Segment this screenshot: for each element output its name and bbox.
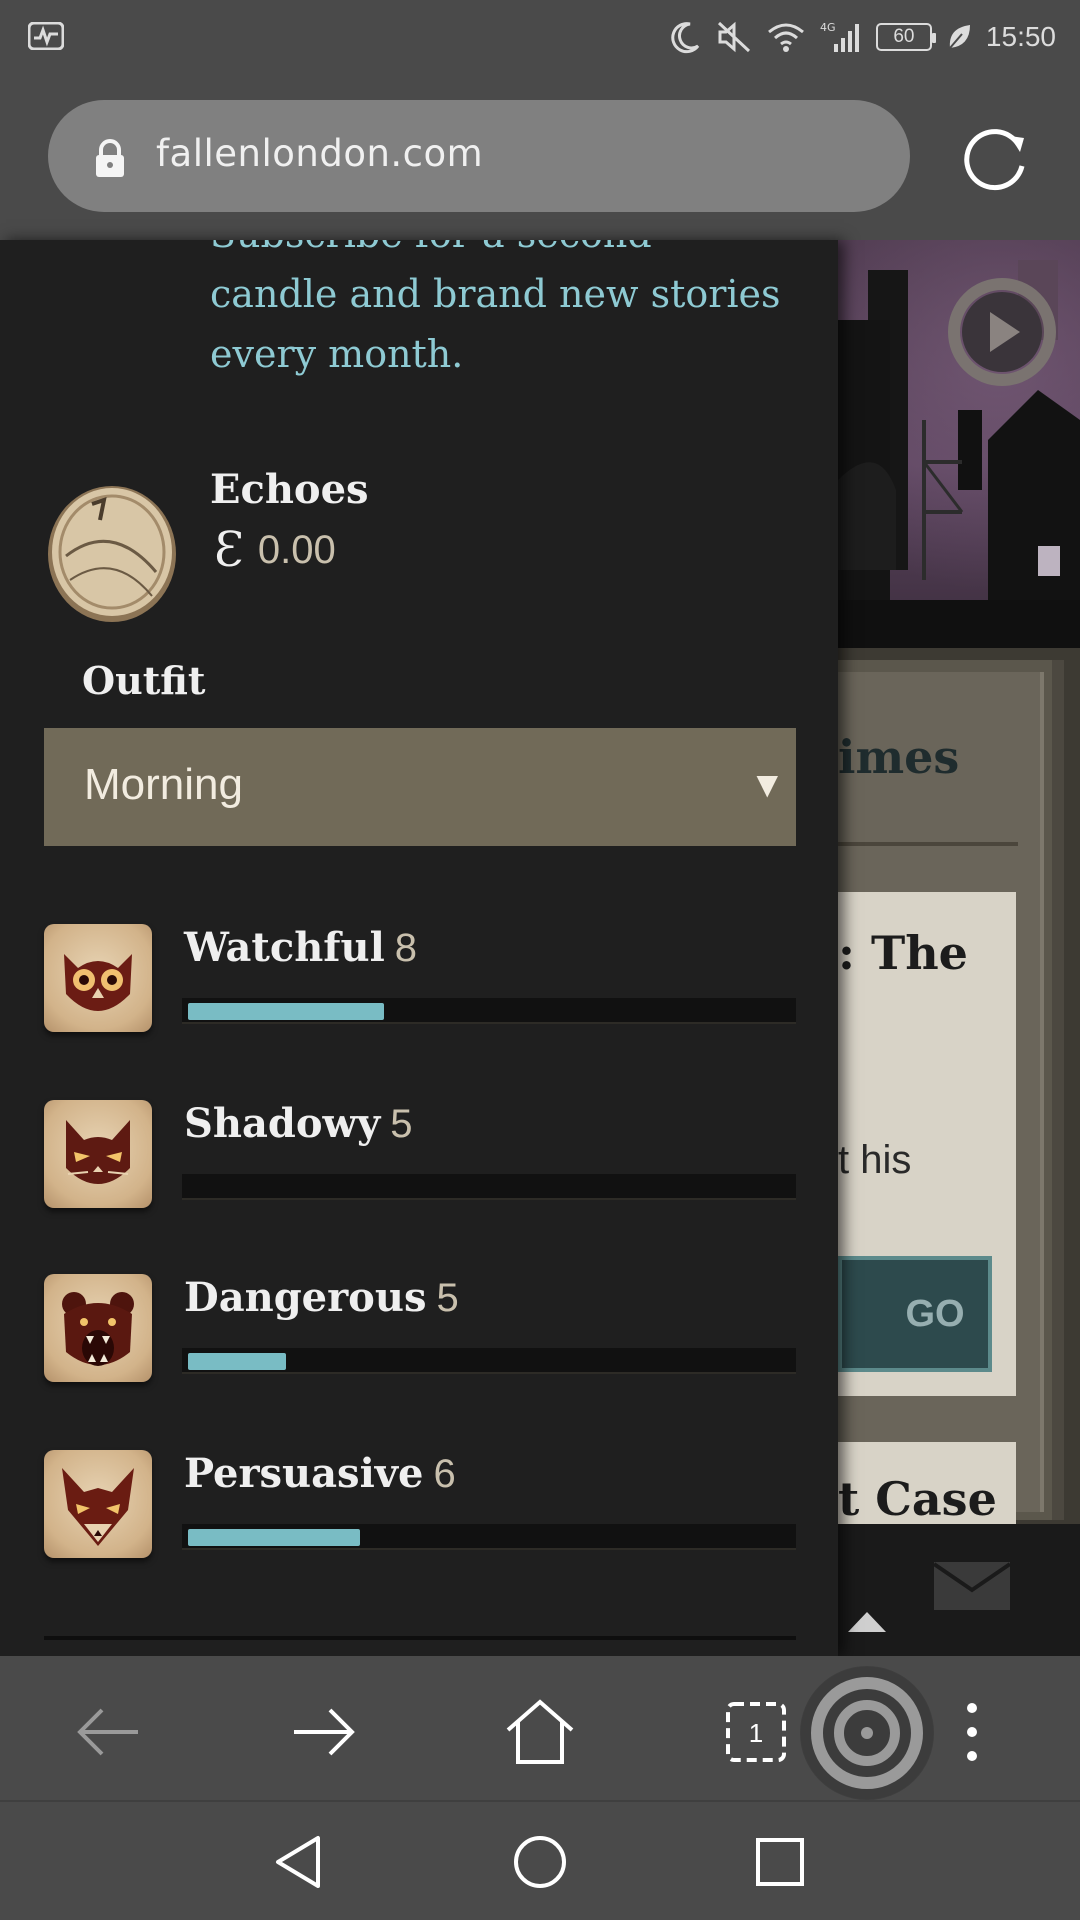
stat-level: 5 bbox=[436, 1276, 459, 1320]
nav-recents-icon[interactable] bbox=[750, 1832, 810, 1892]
stat-progress-fill bbox=[188, 1003, 385, 1020]
address-bar[interactable]: fallenlondon.com bbox=[48, 100, 910, 212]
hero-illustration bbox=[838, 240, 1080, 648]
outfit-select[interactable]: Morning ▼ bbox=[44, 728, 796, 846]
home-icon[interactable] bbox=[504, 1696, 576, 1768]
divider bbox=[838, 842, 1018, 846]
stat-name-text: Watchful bbox=[184, 924, 385, 971]
stat-progress-track bbox=[182, 1524, 796, 1550]
side-drawer: Subscribe for a second candle and brand … bbox=[0, 240, 838, 1656]
stat-name: Watchful 8 bbox=[184, 924, 417, 971]
echoes-balance: Ɛ 0.00 bbox=[214, 522, 336, 578]
echo-currency-icon: Ɛ bbox=[214, 522, 244, 578]
stat-watchful[interactable]: Watchful 8 bbox=[44, 924, 796, 1036]
promo-line: every month. bbox=[210, 332, 464, 376]
stat-shadowy[interactable]: Shadowy 5 bbox=[44, 1100, 796, 1212]
more-menu-icon[interactable] bbox=[936, 1696, 1008, 1768]
stat-persuasive[interactable]: Persuasive 6 bbox=[44, 1450, 796, 1562]
story-card-title: : The bbox=[838, 926, 968, 980]
url-text: fallenlondon.com bbox=[156, 132, 484, 175]
echoes-value: 0.00 bbox=[257, 527, 336, 572]
promo-line: candle and brand new stories bbox=[210, 272, 781, 316]
dropdown-caret-icon: ▼ bbox=[756, 768, 778, 801]
divider bbox=[44, 1636, 796, 1640]
echoes-label: Echoes bbox=[210, 466, 369, 513]
promo-line: Subscribe for a second bbox=[210, 240, 810, 264]
nav-back-icon[interactable] bbox=[270, 1832, 330, 1892]
stat-level: 8 bbox=[394, 926, 418, 970]
tabs-icon[interactable]: 1 bbox=[720, 1696, 792, 1768]
stat-name-text: Persuasive bbox=[184, 1450, 424, 1497]
battery-level: 60 bbox=[893, 26, 915, 47]
story-card-2-title: t Case bbox=[838, 1472, 997, 1526]
story-card-text: t his bbox=[838, 1138, 912, 1182]
screen: 4G 60 15:50 fallenlondon.com imes: The … bbox=[0, 0, 1080, 1920]
tab-count: 1 bbox=[749, 1718, 763, 1748]
stat-progress-track bbox=[182, 1348, 796, 1374]
stat-progress-fill bbox=[188, 1529, 360, 1546]
mute-icon bbox=[717, 21, 750, 53]
background-page: imes : The t his GO t Case bbox=[838, 240, 1080, 1656]
stat-dangerous[interactable]: Dangerous 5 bbox=[44, 1274, 796, 1386]
outfit-selected-value: Morning bbox=[84, 760, 243, 809]
stat-progress-fill bbox=[188, 1353, 287, 1370]
subscription-promo[interactable]: Subscribe for a second candle and brand … bbox=[210, 240, 810, 384]
owl-icon bbox=[44, 924, 152, 1032]
go-button[interactable]: GO bbox=[838, 1256, 992, 1372]
echo-coin-icon bbox=[48, 486, 176, 622]
forward-arrow-icon[interactable] bbox=[288, 1696, 360, 1768]
stat-name: Persuasive 6 bbox=[184, 1450, 456, 1497]
battery-indicator: 60 bbox=[875, 23, 936, 51]
network-type: 4G bbox=[820, 21, 836, 34]
fox-icon bbox=[44, 1450, 152, 1558]
stat-progress-track bbox=[182, 998, 796, 1024]
lock-icon bbox=[96, 139, 124, 177]
clock: 15:50 bbox=[985, 21, 1056, 52]
stat-level: 5 bbox=[390, 1102, 413, 1146]
status-bar: 4G 60 15:50 bbox=[0, 0, 1080, 74]
mail-icon[interactable] bbox=[932, 1560, 1012, 1612]
address-bar-area: fallenlondon.com bbox=[0, 74, 1080, 240]
scroll-up-icon[interactable] bbox=[846, 1610, 888, 1634]
section-title: imes bbox=[838, 730, 960, 784]
status-icons: 4G 60 15:50 bbox=[668, 0, 1056, 74]
play-audio-button[interactable] bbox=[948, 278, 1056, 386]
system-nav-bar bbox=[0, 1800, 1080, 1920]
activity-monitor-icon bbox=[28, 22, 64, 50]
wifi-icon bbox=[767, 23, 804, 52]
signal-icon: 4G bbox=[820, 21, 859, 52]
stat-name: Dangerous 5 bbox=[184, 1274, 459, 1321]
cat-icon bbox=[44, 1100, 152, 1208]
reload-icon[interactable] bbox=[960, 122, 1032, 194]
stat-name: Shadowy 5 bbox=[184, 1100, 412, 1147]
bear-icon bbox=[44, 1274, 152, 1382]
stat-progress-track bbox=[182, 1174, 796, 1200]
moon-icon bbox=[671, 22, 700, 54]
floating-target-button[interactable] bbox=[800, 1666, 934, 1800]
outfit-label: Outfit bbox=[82, 658, 206, 703]
back-arrow-icon[interactable] bbox=[72, 1696, 144, 1768]
stat-name-text: Shadowy bbox=[184, 1100, 381, 1147]
stat-name-text: Dangerous bbox=[184, 1274, 427, 1321]
stat-level: 6 bbox=[433, 1452, 456, 1496]
nav-home-icon[interactable] bbox=[510, 1832, 570, 1892]
leaf-icon bbox=[949, 25, 970, 49]
